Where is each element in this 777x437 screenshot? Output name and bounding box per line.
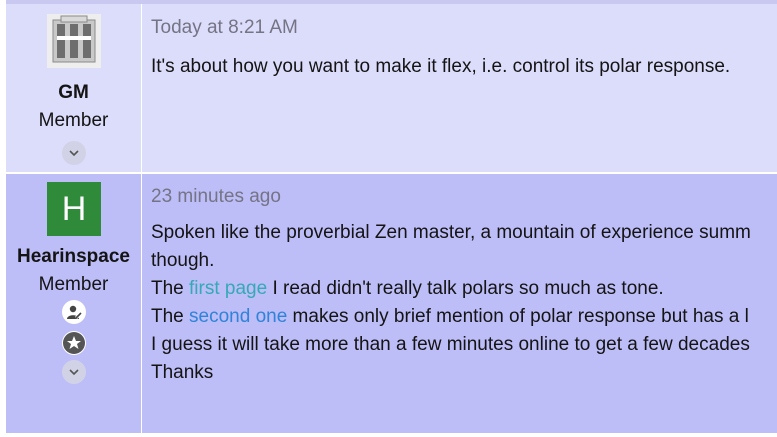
post-date[interactable]: 23 minutes ago <box>151 186 281 208</box>
username[interactable]: GM <box>6 82 141 104</box>
star-icon <box>63 332 85 354</box>
avatar-image <box>47 14 101 68</box>
message-line: The first page I read didn't really talk… <box>151 278 664 300</box>
message-user-info: H Hearinspace Member <box>6 174 142 433</box>
user-title: Member <box>38 274 109 295</box>
user-title: Member <box>38 110 109 131</box>
message-line: Spoken like the proverbial Zen master, a… <box>151 222 751 243</box>
message-content: 23 minutes ago Spoken like the proverbia… <box>142 174 777 433</box>
message-text: It's about how you want to make it flex,… <box>151 56 731 77</box>
text-segment: I read didn't really talk polars so much… <box>267 278 664 299</box>
message-line: though. <box>151 250 215 271</box>
avatar[interactable] <box>47 14 101 68</box>
post-date[interactable]: Today at 8:21 AM <box>151 17 298 39</box>
text-segment: The <box>151 306 190 327</box>
message-post: GM Member Today at 8:21 AM It's about ho… <box>6 0 777 172</box>
user-badge[interactable] <box>62 300 86 324</box>
message-post: H Hearinspace Member 23 minutes ago Spok… <box>6 174 777 433</box>
expand-user-button[interactable] <box>62 360 86 384</box>
avatar[interactable]: H <box>47 182 101 236</box>
page-margin <box>0 433 777 437</box>
text-segment: makes only brief mention of polar respon… <box>287 306 749 327</box>
second-one-link[interactable]: second one <box>189 306 287 327</box>
chevron-down-icon <box>69 369 79 376</box>
message-line: I guess it will take more than a few min… <box>151 334 750 355</box>
chevron-down-icon <box>69 150 79 157</box>
text-segment: The <box>151 278 190 299</box>
message-content: Today at 8:21 AM It's about how you want… <box>142 4 777 172</box>
message-line: The second one makes only brief mention … <box>151 306 749 328</box>
user-edit-icon <box>67 305 83 320</box>
first-page-link[interactable]: first page <box>189 278 267 299</box>
expand-user-button[interactable] <box>62 141 86 165</box>
username[interactable]: Hearinspace <box>6 246 141 268</box>
message-user-info: GM Member <box>6 4 142 172</box>
message-line: Thanks <box>151 362 214 383</box>
user-badge[interactable] <box>62 331 86 355</box>
